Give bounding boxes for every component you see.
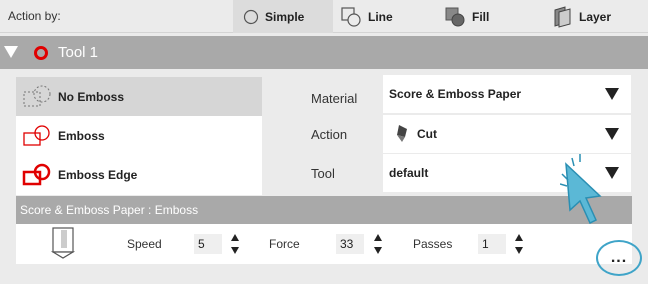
collapse-triangle-icon[interactable] bbox=[4, 46, 18, 58]
emboss-option-emboss[interactable]: Emboss bbox=[16, 116, 262, 155]
section-title: Score & Emboss Paper : Emboss bbox=[20, 203, 199, 217]
tool-panel: No Emboss Emboss Emboss Edge Material Sc… bbox=[0, 69, 648, 269]
emboss-icon bbox=[23, 124, 50, 146]
pointer-arrow-icon bbox=[560, 154, 602, 225]
mode-line-label: Line bbox=[368, 9, 393, 24]
mode-simple-button[interactable]: Simple bbox=[233, 0, 333, 33]
action-select[interactable]: Cut bbox=[383, 115, 631, 153]
force-label: Force bbox=[269, 237, 300, 251]
force-input[interactable]: 33 bbox=[336, 234, 364, 254]
cut-parameters: Speed 5 Force 33 Passes 1 bbox=[16, 224, 632, 264]
blade-holder-icon bbox=[50, 227, 76, 259]
action-label: Action bbox=[311, 127, 348, 142]
mode-fill-button[interactable]: Fill bbox=[444, 0, 524, 33]
passes-label: Passes bbox=[413, 237, 453, 251]
speed-label: Speed bbox=[127, 237, 162, 251]
tool-label: Tool bbox=[311, 166, 335, 181]
action-value: Cut bbox=[417, 127, 437, 141]
emboss-option-label: Emboss bbox=[58, 128, 105, 143]
mode-layer-label: Layer bbox=[579, 9, 612, 24]
mode-fill-label: Fill bbox=[472, 9, 490, 24]
mode-line-button[interactable]: Line bbox=[340, 0, 430, 33]
passes-input[interactable]: 1 bbox=[478, 234, 506, 254]
mode-layer-button[interactable]: Layer bbox=[553, 0, 643, 33]
no-emboss-icon bbox=[23, 85, 51, 106]
tool-color-ring-icon bbox=[34, 46, 48, 60]
speed-input[interactable]: 5 bbox=[194, 234, 222, 254]
material-value: Score & Emboss Paper bbox=[389, 87, 522, 101]
emboss-option-no-emboss[interactable]: No Emboss bbox=[16, 77, 262, 116]
tool-header[interactable]: Tool 1 bbox=[0, 36, 648, 69]
material-label: Material bbox=[311, 91, 358, 106]
emboss-options-list: No Emboss Emboss Emboss Edge bbox=[16, 77, 262, 195]
passes-stepper-icon[interactable] bbox=[514, 232, 524, 256]
mode-simple-label: Simple bbox=[265, 9, 305, 24]
material-select[interactable]: Score & Emboss Paper bbox=[383, 75, 631, 113]
emboss-option-emboss-edge[interactable]: Emboss Edge bbox=[16, 155, 262, 194]
settings-section-header: Score & Emboss Paper : Emboss bbox=[16, 196, 632, 224]
dropdown-arrow-icon bbox=[605, 88, 619, 100]
dropdown-arrow-icon bbox=[605, 128, 619, 140]
tool-value: default bbox=[389, 166, 429, 180]
circle-outline-icon bbox=[243, 9, 259, 24]
more-options-button[interactable]: ... bbox=[596, 240, 642, 276]
fill-shapes-icon bbox=[445, 7, 465, 26]
action-by-bar: Action by: Simple Line Fill Layer bbox=[0, 0, 648, 33]
force-stepper-icon[interactable] bbox=[373, 232, 383, 256]
line-shapes-icon bbox=[341, 6, 361, 27]
emboss-option-label: No Emboss bbox=[58, 89, 125, 104]
speed-stepper-icon[interactable] bbox=[230, 232, 240, 256]
blade-cut-icon bbox=[397, 125, 407, 142]
tool-title: Tool 1 bbox=[58, 44, 99, 61]
emboss-edge-icon bbox=[22, 163, 51, 185]
emboss-option-label: Emboss Edge bbox=[58, 167, 138, 182]
action-by-label: Action by: bbox=[8, 9, 61, 23]
layer-icon bbox=[554, 5, 571, 28]
